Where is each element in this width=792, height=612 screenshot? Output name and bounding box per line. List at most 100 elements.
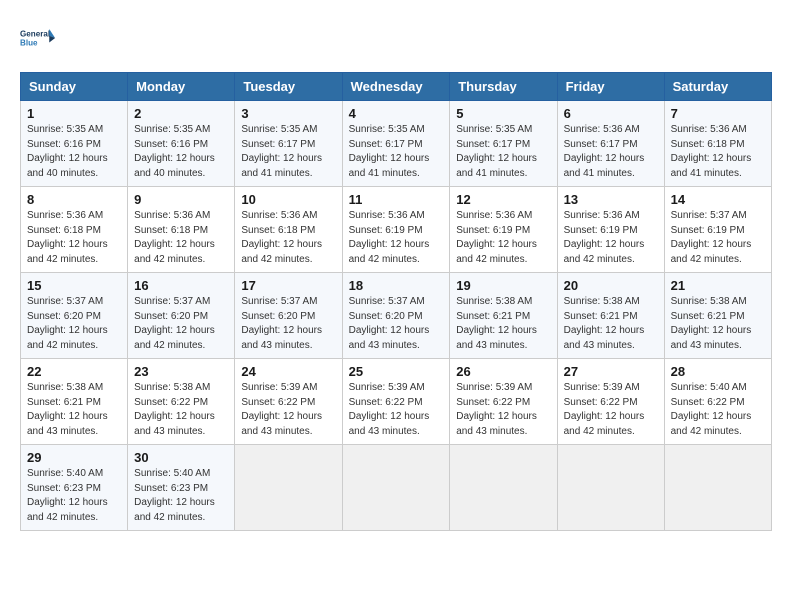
logo-icon: GeneralBlue <box>20 20 56 56</box>
calendar-cell: 24 Sunrise: 5:39 AMSunset: 6:22 PMDayligh… <box>235 359 342 445</box>
calendar-cell: 28 Sunrise: 5:40 AMSunset: 6:22 PMDayligh… <box>664 359 771 445</box>
calendar-cell: 10 Sunrise: 5:36 AMSunset: 6:18 PMDayligh… <box>235 187 342 273</box>
day-info: Sunrise: 5:39 AMSunset: 6:22 PMDaylight:… <box>456 381 550 439</box>
calendar-cell <box>342 445 450 531</box>
calendar-cell: 26 Sunrise: 5:39 AMSunset: 6:22 PMDayligh… <box>450 359 557 445</box>
day-number: 12 <box>456 192 550 207</box>
day-info: Sunrise: 5:38 AMSunset: 6:21 PMDaylight:… <box>27 381 121 439</box>
calendar-cell: 7 Sunrise: 5:36 AMSunset: 6:18 PMDaylight… <box>664 101 771 187</box>
day-number: 24 <box>241 364 335 379</box>
calendar-week-row: 22Sunrise: 5:38 AMSunset: 6:21 PMDayligh… <box>21 359 772 445</box>
calendar-cell: 19Sunrise: 5:38 AMSunset: 6:21 PMDayligh… <box>450 273 557 359</box>
day-info: Sunrise: 5:36 AMSunset: 6:19 PMDaylight:… <box>349 209 444 267</box>
day-header-wednesday: Wednesday <box>342 73 450 101</box>
day-info: Sunrise: 5:36 AMSunset: 6:18 PMDaylight:… <box>134 209 228 267</box>
svg-text:Blue: Blue <box>20 39 38 48</box>
day-number: 29 <box>27 450 121 465</box>
calendar-cell: 2 Sunrise: 5:35 AMSunset: 6:16 PMDaylight… <box>128 101 235 187</box>
day-number: 7 <box>671 106 765 121</box>
day-info: Sunrise: 5:35 AMSunset: 6:17 PMDaylight:… <box>349 123 444 181</box>
day-info: Sunrise: 5:40 AMSunset: 6:23 PMDaylight:… <box>27 467 121 525</box>
day-info: Sunrise: 5:37 AMSunset: 6:19 PMDaylight:… <box>671 209 765 267</box>
day-number: 18 <box>349 278 444 293</box>
calendar-cell: 5 Sunrise: 5:35 AMSunset: 6:17 PMDaylight… <box>450 101 557 187</box>
day-header-tuesday: Tuesday <box>235 73 342 101</box>
calendar-cell: 23 Sunrise: 5:38 AMSunset: 6:22 PMDayligh… <box>128 359 235 445</box>
day-number: 30 <box>134 450 228 465</box>
day-info: Sunrise: 5:36 AMSunset: 6:18 PMDaylight:… <box>241 209 335 267</box>
day-info: Sunrise: 5:38 AMSunset: 6:22 PMDaylight:… <box>134 381 228 439</box>
calendar-cell <box>557 445 664 531</box>
calendar-cell: 16Sunrise: 5:37 AMSunset: 6:20 PMDayligh… <box>128 273 235 359</box>
calendar-cell: 20 Sunrise: 5:38 AMSunset: 6:21 PMDayligh… <box>557 273 664 359</box>
calendar-cell: 27Sunrise: 5:39 AMSunset: 6:22 PMDayligh… <box>557 359 664 445</box>
day-number: 28 <box>671 364 765 379</box>
day-number: 8 <box>27 192 121 207</box>
day-number: 3 <box>241 106 335 121</box>
calendar-cell: 9 Sunrise: 5:36 AMSunset: 6:18 PMDaylight… <box>128 187 235 273</box>
day-number: 21 <box>671 278 765 293</box>
calendar-cell: 18Sunrise: 5:37 AMSunset: 6:20 PMDayligh… <box>342 273 450 359</box>
day-number: 26 <box>456 364 550 379</box>
calendar-cell: 12 Sunrise: 5:36 AMSunset: 6:19 PMDayligh… <box>450 187 557 273</box>
day-info: Sunrise: 5:37 AMSunset: 6:20 PMDaylight:… <box>134 295 228 353</box>
calendar-cell: 15 Sunrise: 5:37 AMSunset: 6:20 PMDayligh… <box>21 273 128 359</box>
day-info: Sunrise: 5:36 AMSunset: 6:19 PMDaylight:… <box>564 209 658 267</box>
day-info: Sunrise: 5:35 AMSunset: 6:17 PMDaylight:… <box>456 123 550 181</box>
day-header-friday: Friday <box>557 73 664 101</box>
day-info: Sunrise: 5:40 AMSunset: 6:23 PMDaylight:… <box>134 467 228 525</box>
calendar-cell: 25 Sunrise: 5:39 AMSunset: 6:22 PMDayligh… <box>342 359 450 445</box>
day-info: Sunrise: 5:36 AMSunset: 6:18 PMDaylight:… <box>671 123 765 181</box>
calendar-cell: 6Sunrise: 5:36 AMSunset: 6:17 PMDaylight… <box>557 101 664 187</box>
calendar-table: SundayMondayTuesdayWednesdayThursdayFrid… <box>20 72 772 531</box>
calendar-cell: 4 Sunrise: 5:35 AMSunset: 6:17 PMDaylight… <box>342 101 450 187</box>
day-header-sunday: Sunday <box>21 73 128 101</box>
calendar-week-row: 29 Sunrise: 5:40 AMSunset: 6:23 PMDayligh… <box>21 445 772 531</box>
day-number: 2 <box>134 106 228 121</box>
calendar-cell: 8Sunrise: 5:36 AMSunset: 6:18 PMDaylight… <box>21 187 128 273</box>
day-info: Sunrise: 5:36 AMSunset: 6:19 PMDaylight:… <box>456 209 550 267</box>
calendar-cell: 3 Sunrise: 5:35 AMSunset: 6:17 PMDaylight… <box>235 101 342 187</box>
calendar-week-row: 8 Sunrise: 5:36 AMSunset: 6:18 PMDaylight… <box>21 187 772 273</box>
calendar-cell: 17Sunrise: 5:37 AMSunset: 6:20 PMDayligh… <box>235 273 342 359</box>
day-info: Sunrise: 5:36 AMSunset: 6:17 PMDaylight:… <box>564 123 658 181</box>
calendar-cell: 30 Sunrise: 5:40 AMSunset: 6:23 PMDayligh… <box>128 445 235 531</box>
day-number: 23 <box>134 364 228 379</box>
day-info: Sunrise: 5:35 AMSunset: 6:16 PMDaylight:… <box>134 123 228 181</box>
calendar-cell <box>664 445 771 531</box>
day-info: Sunrise: 5:37 AMSunset: 6:20 PMDaylight:… <box>27 295 121 353</box>
day-info: Sunrise: 5:38 AMSunset: 6:21 PMDaylight:… <box>564 295 658 353</box>
calendar-header-row: SundayMondayTuesdayWednesdayThursdayFrid… <box>21 73 772 101</box>
day-number: 13 <box>564 192 658 207</box>
day-number: 9 <box>134 192 228 207</box>
day-number: 5 <box>456 106 550 121</box>
day-number: 10 <box>241 192 335 207</box>
calendar-cell: 21 Sunrise: 5:38 AMSunset: 6:21 PMDayligh… <box>664 273 771 359</box>
calendar-week-row: 15 Sunrise: 5:37 AMSunset: 6:20 PMDayligh… <box>21 273 772 359</box>
day-info: Sunrise: 5:39 AMSunset: 6:22 PMDaylight:… <box>349 381 444 439</box>
calendar-cell: 22Sunrise: 5:38 AMSunset: 6:21 PMDayligh… <box>21 359 128 445</box>
day-number: 1 <box>27 106 121 121</box>
day-info: Sunrise: 5:35 AMSunset: 6:16 PMDaylight:… <box>27 123 121 181</box>
day-header-saturday: Saturday <box>664 73 771 101</box>
header: GeneralBlue <box>20 20 772 56</box>
calendar-cell <box>450 445 557 531</box>
day-info: Sunrise: 5:38 AMSunset: 6:21 PMDaylight:… <box>671 295 765 353</box>
day-info: Sunrise: 5:39 AMSunset: 6:22 PMDaylight:… <box>241 381 335 439</box>
calendar-cell: 13 Sunrise: 5:36 AMSunset: 6:19 PMDayligh… <box>557 187 664 273</box>
calendar-cell <box>235 445 342 531</box>
day-number: 25 <box>349 364 444 379</box>
svg-text:General: General <box>20 30 50 39</box>
day-number: 15 <box>27 278 121 293</box>
day-info: Sunrise: 5:35 AMSunset: 6:17 PMDaylight:… <box>241 123 335 181</box>
day-number: 14 <box>671 192 765 207</box>
day-info: Sunrise: 5:40 AMSunset: 6:22 PMDaylight:… <box>671 381 765 439</box>
day-number: 20 <box>564 278 658 293</box>
calendar-cell: 1 Sunrise: 5:35 AMSunset: 6:16 PMDaylight… <box>21 101 128 187</box>
day-number: 19 <box>456 278 550 293</box>
day-number: 27 <box>564 364 658 379</box>
day-number: 11 <box>349 192 444 207</box>
day-number: 4 <box>349 106 444 121</box>
calendar-week-row: 1 Sunrise: 5:35 AMSunset: 6:16 PMDaylight… <box>21 101 772 187</box>
calendar-cell: 29 Sunrise: 5:40 AMSunset: 6:23 PMDayligh… <box>21 445 128 531</box>
